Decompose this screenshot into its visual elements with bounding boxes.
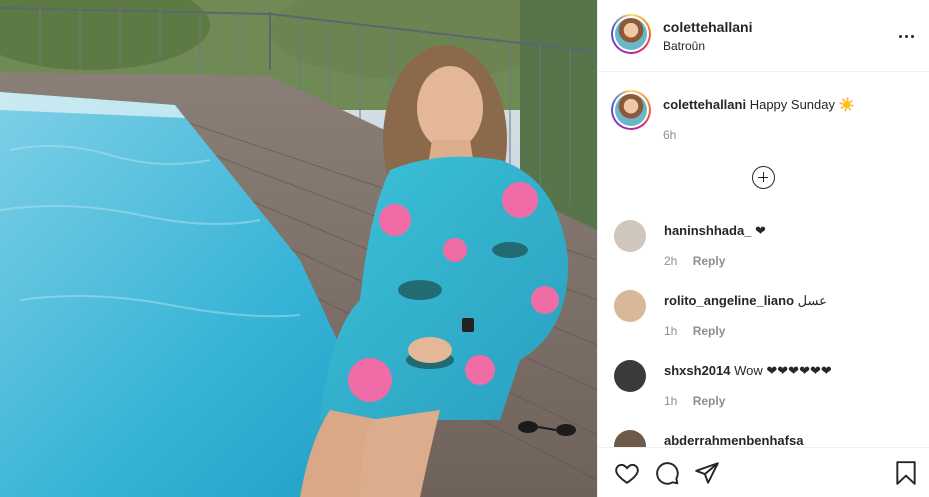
bookmark-icon[interactable] [893,460,919,486]
caption: colettehallani Happy Sunday ☀️ [663,97,913,113]
reply-button[interactable]: Reply [693,324,726,338]
comment-time: 2h [664,254,678,268]
commenter-avatar[interactable] [614,220,646,252]
comment-username[interactable]: shxsh2014 [664,363,731,378]
comment-meta: 1h Reply [664,394,725,408]
caption-text: Happy Sunday ☀️ [749,97,855,112]
commenter-avatar[interactable] [614,430,646,447]
commenter-avatar[interactable] [614,290,646,322]
heart-icon[interactable] [614,460,640,486]
post-username[interactable]: colettehallani [663,19,752,35]
caption-timestamp[interactable]: 6h [663,128,676,142]
comment-text-row: haninshhada_ ❤ [664,223,766,239]
reply-button[interactable]: Reply [693,394,726,408]
reply-button[interactable]: Reply [693,254,726,268]
comment-username[interactable]: haninshhada_ [664,223,751,238]
avatar-image [615,94,647,126]
comment-username[interactable]: abderrahmenbenhafsa [664,433,803,447]
comment-meta: 2h Reply [664,254,725,268]
comment-item: abderrahmenbenhafsa [598,420,929,447]
comment-text-row: shxsh2014 Wow ❤❤❤❤❤❤ [664,363,832,379]
post-sidebar: colettehallani Batroûn colettehallani Ha… [597,0,929,497]
comment-body: عسل [797,293,827,308]
comment-body: ❤ [755,223,766,238]
comment-item: haninshhada_ ❤ 2h Reply [598,210,929,280]
post-photo[interactable] [0,0,597,497]
comment-time: 1h [664,324,678,338]
plus-circle-icon[interactable] [752,166,775,189]
comment-icon[interactable] [654,460,680,486]
comment-username[interactable]: rolito_angeline_liano [664,293,794,308]
share-icon[interactable] [694,460,720,486]
caption-username[interactable]: colettehallani [663,97,746,112]
comment-meta: 1h Reply [664,324,725,338]
more-options-icon[interactable] [894,24,918,48]
action-bar [598,447,929,497]
comment-text-row: rolito_angeline_liano عسل [664,293,827,309]
comment-item: rolito_angeline_liano عسل 1h Reply [598,280,929,350]
comment-body: Wow ❤❤❤❤❤❤ [734,363,832,378]
commenter-avatar[interactable] [614,360,646,392]
comment-item: shxsh2014 Wow ❤❤❤❤❤❤ 1h Reply [598,350,929,420]
post-location[interactable]: Batroûn [663,39,705,53]
post-image [0,0,597,497]
post-header: colettehallani Batroûn [598,0,929,72]
caption-avatar[interactable] [611,90,651,130]
avatar-image [615,18,647,50]
avatar[interactable] [611,14,651,54]
comment-time: 1h [664,394,678,408]
comment-text-row: abderrahmenbenhafsa [664,433,803,447]
comment-list: haninshhada_ ❤ 2h Reply rolito_angeline_… [598,210,929,447]
